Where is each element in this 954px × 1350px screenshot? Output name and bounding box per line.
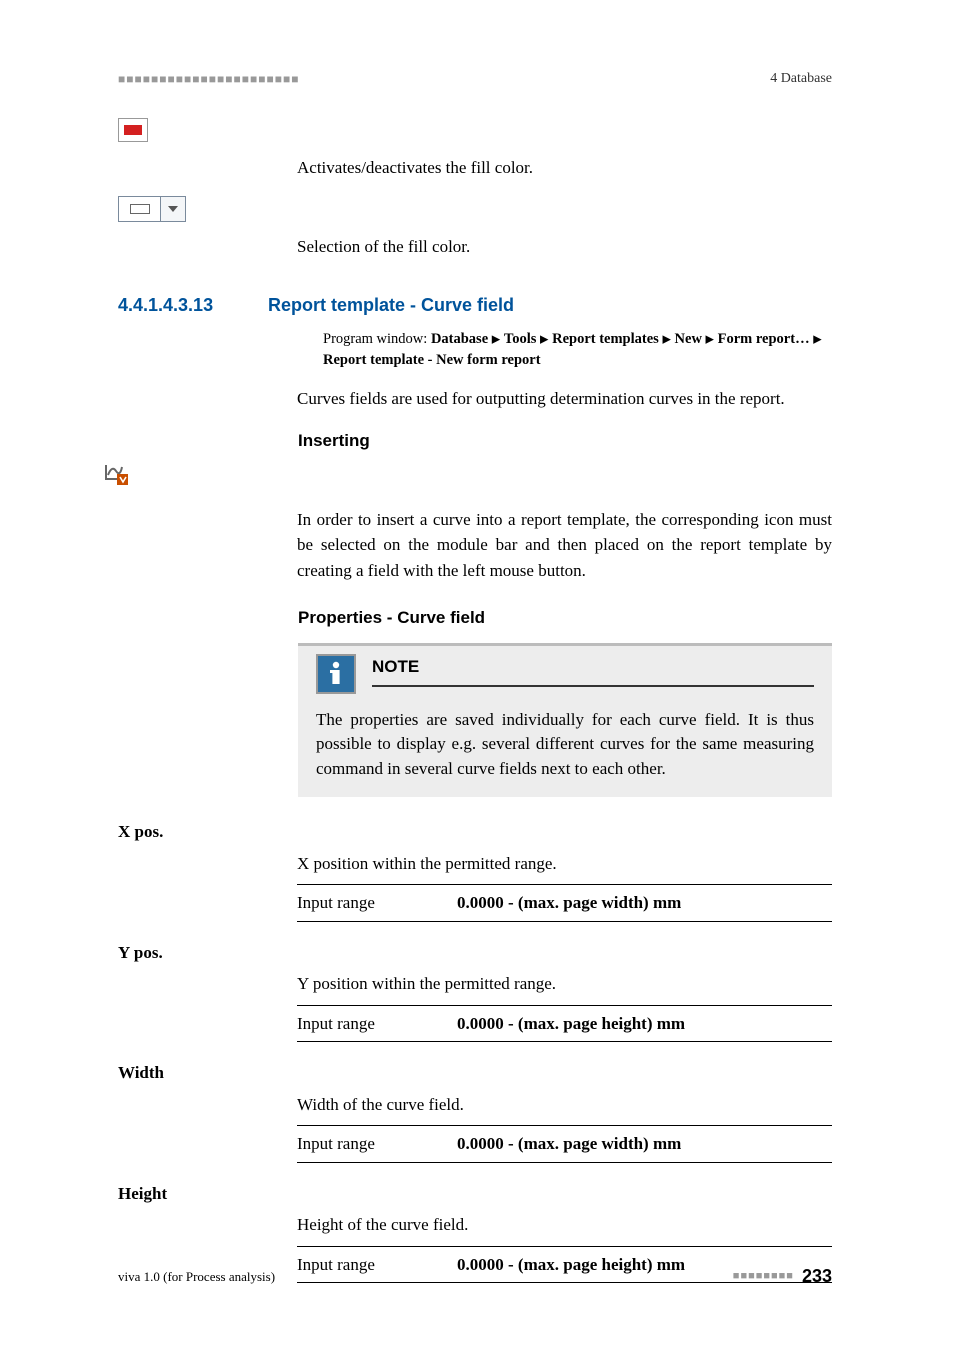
footer-product: viva 1.0 (for Process analysis) (118, 1267, 275, 1287)
breadcrumb: Program window: Database ▶ Tools ▶ Repor… (323, 329, 832, 373)
fill-color-swatch-row (118, 117, 832, 143)
fill-color-dropdown-row (118, 196, 832, 222)
note-title: NOTE (372, 657, 419, 676)
range-value: 0.0000 - (max. page width) mm (457, 1131, 681, 1157)
footer-dashes: ■■■■■■■■ (733, 1268, 794, 1285)
breadcrumb-prefix: Program window: (323, 331, 431, 347)
prop-width: Width Width of the curve field. Input ra… (118, 1060, 832, 1163)
prop-xpos: X pos. X position within the permitted r… (118, 819, 832, 922)
inserting-title: Inserting (298, 428, 832, 454)
fill-activate-text: Activates/deactivates the fill color. (297, 155, 832, 181)
chevron-down-icon (161, 197, 185, 221)
range-label: Input range (297, 890, 457, 916)
range-label: Input range (297, 1131, 457, 1157)
note-box: NOTE The properties are saved individual… (298, 643, 832, 798)
subsection-heading: 4.4.1.4.3.13 Report template - Curve fie… (118, 292, 832, 319)
header-section-label: 4 Database (770, 68, 832, 89)
prop-xpos-label: X pos. (118, 819, 832, 845)
properties-title: Properties - Curve field (298, 605, 832, 631)
page-header: ■■■■■■■■■■■■■■■■■■■■■■ 4 Database (118, 68, 832, 89)
range-value: 0.0000 - (max. page height) mm (457, 1011, 685, 1037)
page-number: 233 (802, 1263, 832, 1290)
page-footer: viva 1.0 (for Process analysis) ■■■■■■■■… (118, 1263, 832, 1290)
prop-width-desc: Width of the curve field. (297, 1092, 832, 1118)
prop-height-label: Height (118, 1181, 832, 1207)
subsection-title: Report template - Curve field (268, 292, 514, 319)
prop-xpos-desc: X position within the permitted range. (297, 851, 832, 877)
fill-color-dropdown-icon (118, 196, 186, 222)
curve-tool-icon (104, 461, 128, 485)
curve-tool-icon-row (104, 461, 832, 493)
prop-width-range-row: Input range 0.0000 - (max. page width) m… (297, 1125, 832, 1163)
info-icon (316, 654, 356, 694)
prop-ypos-range-row: Input range 0.0000 - (max. page height) … (297, 1005, 832, 1043)
fill-select-text: Selection of the fill color. (297, 234, 832, 260)
range-value: 0.0000 - (max. page width) mm (457, 890, 681, 916)
curves-intro-text: Curves fields are used for outputting de… (297, 386, 832, 412)
prop-ypos-desc: Y position within the permitted range. (297, 971, 832, 997)
prop-width-label: Width (118, 1060, 832, 1086)
fill-color-swatch-icon (118, 118, 148, 142)
header-dashes-left: ■■■■■■■■■■■■■■■■■■■■■■ (118, 70, 299, 88)
prop-ypos: Y pos. Y position within the permitted r… (118, 940, 832, 1043)
note-body: The properties are saved individually fo… (316, 708, 814, 782)
prop-height-desc: Height of the curve field. (297, 1212, 832, 1238)
range-label: Input range (297, 1011, 457, 1037)
subsection-number: 4.4.1.4.3.13 (118, 292, 268, 319)
prop-xpos-range-row: Input range 0.0000 - (max. page width) m… (297, 884, 832, 922)
inserting-body: In order to insert a curve into a report… (297, 507, 832, 584)
prop-ypos-label: Y pos. (118, 940, 832, 966)
